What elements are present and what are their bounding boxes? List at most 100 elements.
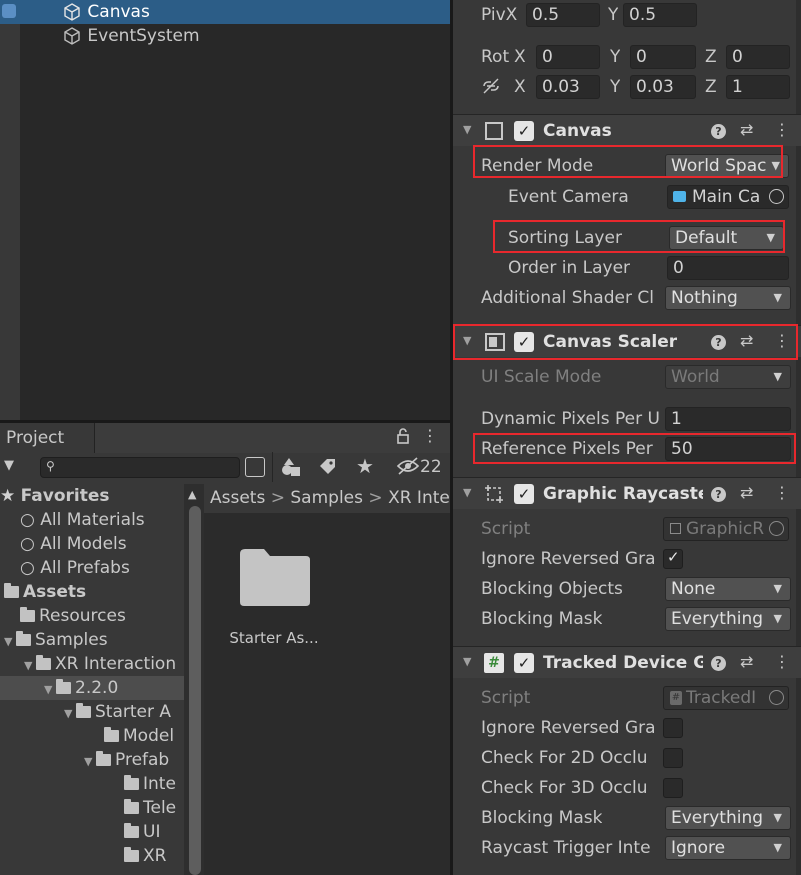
- more-menu-icon[interactable]: ⋮: [774, 483, 790, 502]
- blocking-mask-dropdown[interactable]: Everything: [665, 607, 791, 631]
- tracked-device-raycaster-header[interactable]: ▼ # ✓ Tracked Device G ? ⇄ ⋮: [453, 646, 801, 678]
- scroll-up-icon[interactable]: ▲: [188, 488, 196, 501]
- tree-item-models[interactable]: Model: [0, 724, 184, 748]
- hierarchy-toggle[interactable]: [0, 0, 20, 24]
- pivot-y-label: Y: [608, 5, 619, 25]
- additional-shader-dropdown[interactable]: Nothing: [665, 286, 791, 310]
- order-in-layer-field[interactable]: 0: [667, 256, 789, 280]
- rotation-z-field[interactable]: 0: [726, 45, 790, 69]
- dynamic-pixels-field[interactable]: 1: [665, 407, 791, 431]
- blocking-mask-dropdown[interactable]: Everything: [665, 806, 791, 830]
- help-icon[interactable]: ?: [711, 656, 726, 671]
- pivot-y-field[interactable]: 0.5: [623, 3, 697, 27]
- lock-icon[interactable]: [396, 428, 410, 444]
- help-icon[interactable]: ?: [711, 124, 726, 139]
- expand-arrow-icon[interactable]: ▼: [4, 630, 16, 654]
- component-enabled-checkbox[interactable]: ✓: [514, 653, 534, 673]
- breadcrumb-item[interactable]: Samples: [290, 488, 363, 508]
- preset-icon[interactable]: ⇄: [740, 652, 753, 671]
- tree-label: All Prefabs: [40, 558, 130, 578]
- preset-icon[interactable]: ⇄: [740, 483, 753, 502]
- hierarchy-item-canvas[interactable]: Canvas: [20, 0, 450, 24]
- tree-item-all-models[interactable]: ○ All Models: [0, 532, 184, 556]
- breadcrumb-item[interactable]: Assets: [210, 488, 265, 508]
- filter-type-icon[interactable]: [280, 456, 302, 478]
- graphic-raycaster-header[interactable]: ▼ ✓ Graphic Raycaste ? ⇄ ⋮: [453, 477, 801, 509]
- tree-item-assets[interactable]: Assets: [0, 580, 184, 604]
- tree-item-all-materials[interactable]: ○ All Materials: [0, 508, 184, 532]
- toolbar-divider: [272, 452, 273, 482]
- object-picker-icon[interactable]: [769, 189, 784, 204]
- hidden-count: 22: [420, 457, 442, 477]
- star-icon[interactable]: ★: [356, 454, 374, 478]
- highlight-sorting-layer: [493, 220, 785, 253]
- tree-item-favorites[interactable]: ★ Favorites: [0, 484, 184, 508]
- tree-item-prefabs[interactable]: ▼ Prefab: [0, 748, 184, 772]
- tree-item-xr-interaction[interactable]: ▼ XR Interaction: [0, 652, 184, 676]
- more-menu-icon[interactable]: ⋮: [774, 652, 790, 671]
- rotation-y-label: Y: [610, 47, 621, 67]
- tree-item-version[interactable]: ▼ 2.2.0: [0, 676, 184, 700]
- preset-icon[interactable]: ⇄: [740, 120, 753, 139]
- tree-item-ui[interactable]: UI: [0, 820, 184, 844]
- tree-scrollbar-thumb[interactable]: [189, 506, 201, 875]
- expand-arrow-icon[interactable]: ▼: [24, 654, 36, 678]
- help-icon[interactable]: ?: [711, 487, 726, 502]
- breadcrumb-separator-icon: >: [368, 488, 389, 508]
- ignore-reversed-checkbox[interactable]: [663, 548, 683, 569]
- tree-item-starter[interactable]: ▼ Starter A: [0, 700, 184, 724]
- component-enabled-checkbox[interactable]: ✓: [514, 121, 534, 141]
- fold-arrow-icon[interactable]: ▼: [463, 486, 471, 499]
- expand-arrow-icon[interactable]: ▼: [64, 702, 76, 726]
- tree-item-xr[interactable]: XR: [0, 844, 184, 868]
- component-enabled-checkbox[interactable]: ✓: [514, 484, 534, 504]
- check-3d-checkbox[interactable]: [663, 778, 683, 798]
- expand-arrow-icon[interactable]: ▼: [84, 750, 96, 774]
- component-title: Canvas: [543, 121, 612, 141]
- constrain-proportions-icon[interactable]: [481, 77, 501, 95]
- more-menu-icon[interactable]: ⋮: [774, 120, 790, 139]
- tab-project[interactable]: Project: [0, 423, 95, 454]
- rotation-z-label: Z: [705, 47, 717, 67]
- order-in-layer-label: Order in Layer: [508, 258, 631, 278]
- event-camera-field[interactable]: Main Ca: [667, 185, 789, 209]
- ignore-reversed-checkbox[interactable]: [663, 718, 683, 738]
- tag-icon[interactable]: [318, 457, 338, 477]
- scale-y-field[interactable]: 0.03: [630, 75, 696, 99]
- tree-item-interactors[interactable]: Inte: [0, 772, 184, 796]
- dynamic-pixels-label: Dynamic Pixels Per U: [481, 409, 659, 429]
- more-menu-icon[interactable]: ⋮: [420, 427, 440, 445]
- fold-arrow-icon[interactable]: ▼: [463, 123, 471, 136]
- highlight-reference-pixels: [473, 433, 796, 464]
- canvas-component-header[interactable]: ▼ ✓ Canvas ? ⇄ ⋮: [453, 114, 801, 146]
- script-value: GraphicR: [686, 519, 765, 539]
- tree-label: Samples: [35, 630, 108, 650]
- create-dropdown-icon[interactable]: ▼: [4, 458, 14, 473]
- expand-arrow-icon[interactable]: ▼: [44, 678, 56, 702]
- tree-label: Starter A: [95, 702, 172, 722]
- breadcrumb-item[interactable]: XR Inte: [388, 488, 450, 508]
- folder-icon[interactable]: [238, 546, 312, 608]
- star-icon: ★: [0, 486, 16, 506]
- script-icon: [670, 523, 681, 534]
- rotation-x-field[interactable]: 0: [536, 45, 600, 69]
- tree-item-resources[interactable]: Resources: [0, 604, 184, 628]
- fold-arrow-icon[interactable]: ▼: [463, 655, 471, 668]
- raycast-trigger-label: Raycast Trigger Inte: [481, 838, 651, 858]
- blocking-objects-dropdown[interactable]: None: [665, 577, 791, 601]
- scene-search-icon[interactable]: [245, 457, 265, 477]
- hierarchy-item-eventsystem[interactable]: EventSystem: [20, 24, 450, 48]
- raycast-trigger-dropdown[interactable]: Ignore: [665, 836, 791, 860]
- pivot-x-field[interactable]: 0.5: [526, 3, 600, 27]
- visibility-icon[interactable]: [396, 456, 420, 476]
- tree-item-teleport[interactable]: Tele: [0, 796, 184, 820]
- rotation-y-field[interactable]: 0: [630, 45, 696, 69]
- scale-z-field[interactable]: 1: [726, 75, 790, 99]
- folder-icon: [36, 655, 51, 670]
- check-2d-checkbox[interactable]: [663, 748, 683, 768]
- tree-item-all-prefabs[interactable]: ○ All Prefabs: [0, 556, 184, 580]
- scale-x-field[interactable]: 0.03: [536, 75, 600, 99]
- tree-item-samples[interactable]: ▼ Samples: [0, 628, 184, 652]
- blocking-objects-label: Blocking Objects: [481, 579, 623, 599]
- search-input[interactable]: ⚲: [40, 457, 240, 478]
